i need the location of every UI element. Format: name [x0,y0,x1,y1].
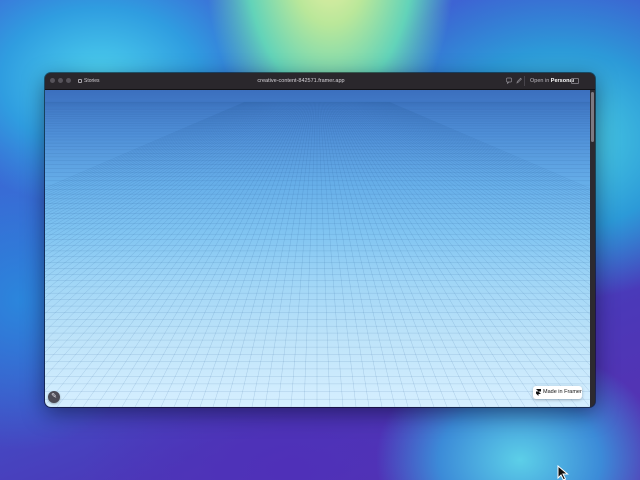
mouse-pointer-icon [557,465,569,480]
browser-tab[interactable]: Stories [75,76,101,86]
minimize-window-button[interactable] [58,78,63,83]
page-scrollbar-thumb[interactable] [591,92,594,142]
page-canvas: ✎ Made in Framer [45,90,590,407]
address-bar[interactable]: creative-content-842571.framer.app [241,76,361,86]
pen-icon[interactable] [516,77,522,84]
toolbar-divider [524,76,525,86]
open-in-prefix: Open in [530,78,550,84]
pencil-icon: ✎ [51,393,57,400]
edit-page-button[interactable]: ✎ [48,391,60,403]
tab-label: Stories [84,78,100,84]
comment-icon[interactable] [506,77,512,85]
made-in-framer-badge[interactable]: Made in Framer [533,386,582,399]
browser-titlebar: Stories creative-content-842571.framer.a… [45,73,595,90]
desktop-wallpaper: Stories creative-content-842571.framer.a… [0,0,640,480]
made-in-framer-label: Made in Framer [543,389,582,395]
framer-logo-icon [536,389,541,396]
browser-window: Stories creative-content-842571.framer.a… [45,73,595,407]
tab-square-icon [78,79,82,83]
workspace-badge-icon[interactable] [571,78,579,84]
close-window-button[interactable] [50,78,55,83]
maximize-window-button[interactable] [66,78,71,83]
open-in-workspace-button[interactable]: Open in Personal [530,76,574,86]
perspective-grid [45,101,590,407]
